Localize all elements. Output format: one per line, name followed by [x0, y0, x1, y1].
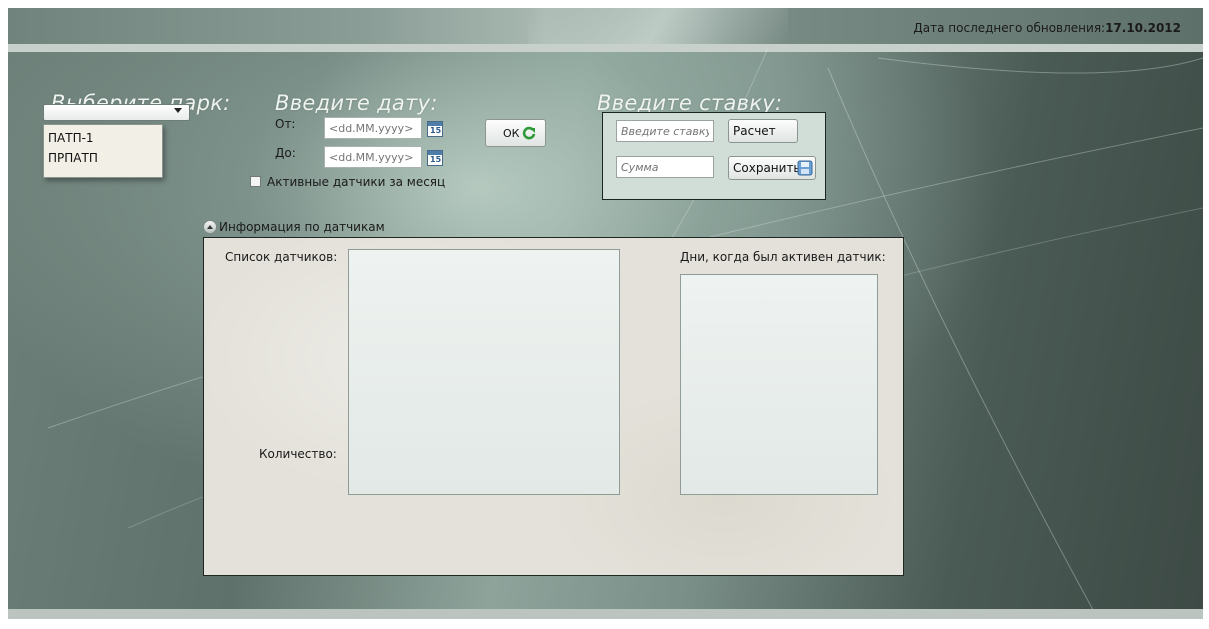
- sensor-list-label: Список датчиков:: [225, 250, 338, 264]
- last-update-label: Дата последнего обновления:: [913, 21, 1106, 35]
- refresh-icon: [522, 126, 536, 140]
- date-to-input[interactable]: [324, 146, 422, 168]
- calculate-button-label: Расчет: [733, 124, 776, 138]
- park-dropdown-list: ПАТП-1 ПРПАТП: [43, 124, 163, 178]
- top-divider: [8, 44, 1203, 52]
- last-update-date: 17.10.2012: [1105, 21, 1181, 35]
- chevron-up-icon: [207, 225, 213, 229]
- ok-button-label: ОК: [503, 127, 520, 140]
- last-update-info: Дата последнего обновления:17.10.2012: [913, 21, 1181, 35]
- active-sensors-label: Активные датчики за месяц: [267, 175, 446, 189]
- calendar-icon-day: 15: [430, 155, 442, 164]
- rate-panel: Расчет Сохранить: [602, 112, 826, 200]
- date-from-input[interactable]: [324, 117, 422, 139]
- save-button[interactable]: Сохранить: [728, 156, 816, 180]
- date-section-title: Введите дату:: [275, 91, 438, 115]
- save-button-label: Сохранить: [733, 161, 801, 175]
- calendar-icon-day: 15: [430, 126, 442, 135]
- date-from-label: От:: [275, 117, 296, 131]
- save-icon: [797, 160, 813, 176]
- top-bar: Дата последнего обновления:17.10.2012: [8, 8, 1203, 44]
- park-option[interactable]: ПРПАТП: [44, 148, 162, 168]
- calendar-icon[interactable]: 15: [427, 121, 443, 137]
- active-days-label: Дни, когда был активен датчик:: [680, 250, 886, 264]
- park-option[interactable]: ПАТП-1: [44, 128, 162, 148]
- sensor-info-title: Информация по датчикам: [219, 220, 385, 234]
- top-bar-highlight: [528, 8, 788, 44]
- date-to-label: До:: [275, 146, 296, 160]
- calculate-button[interactable]: Расчет: [728, 119, 798, 143]
- sum-input[interactable]: [616, 156, 714, 178]
- calendar-icon[interactable]: 15: [427, 150, 443, 166]
- active-days-list[interactable]: [680, 274, 878, 495]
- sensor-list[interactable]: [348, 249, 620, 495]
- chevron-down-icon: [174, 108, 182, 113]
- active-sensors-checkbox[interactable]: [250, 176, 261, 187]
- park-dropdown[interactable]: [43, 104, 190, 121]
- ok-button[interactable]: ОК: [485, 119, 546, 147]
- collapse-icon[interactable]: [203, 220, 217, 234]
- rate-input[interactable]: [616, 120, 714, 142]
- bottom-divider: [8, 609, 1203, 619]
- count-label: Количество:: [259, 447, 337, 461]
- sensor-info-panel: Список датчиков: Количество: Дни, когда …: [203, 237, 904, 576]
